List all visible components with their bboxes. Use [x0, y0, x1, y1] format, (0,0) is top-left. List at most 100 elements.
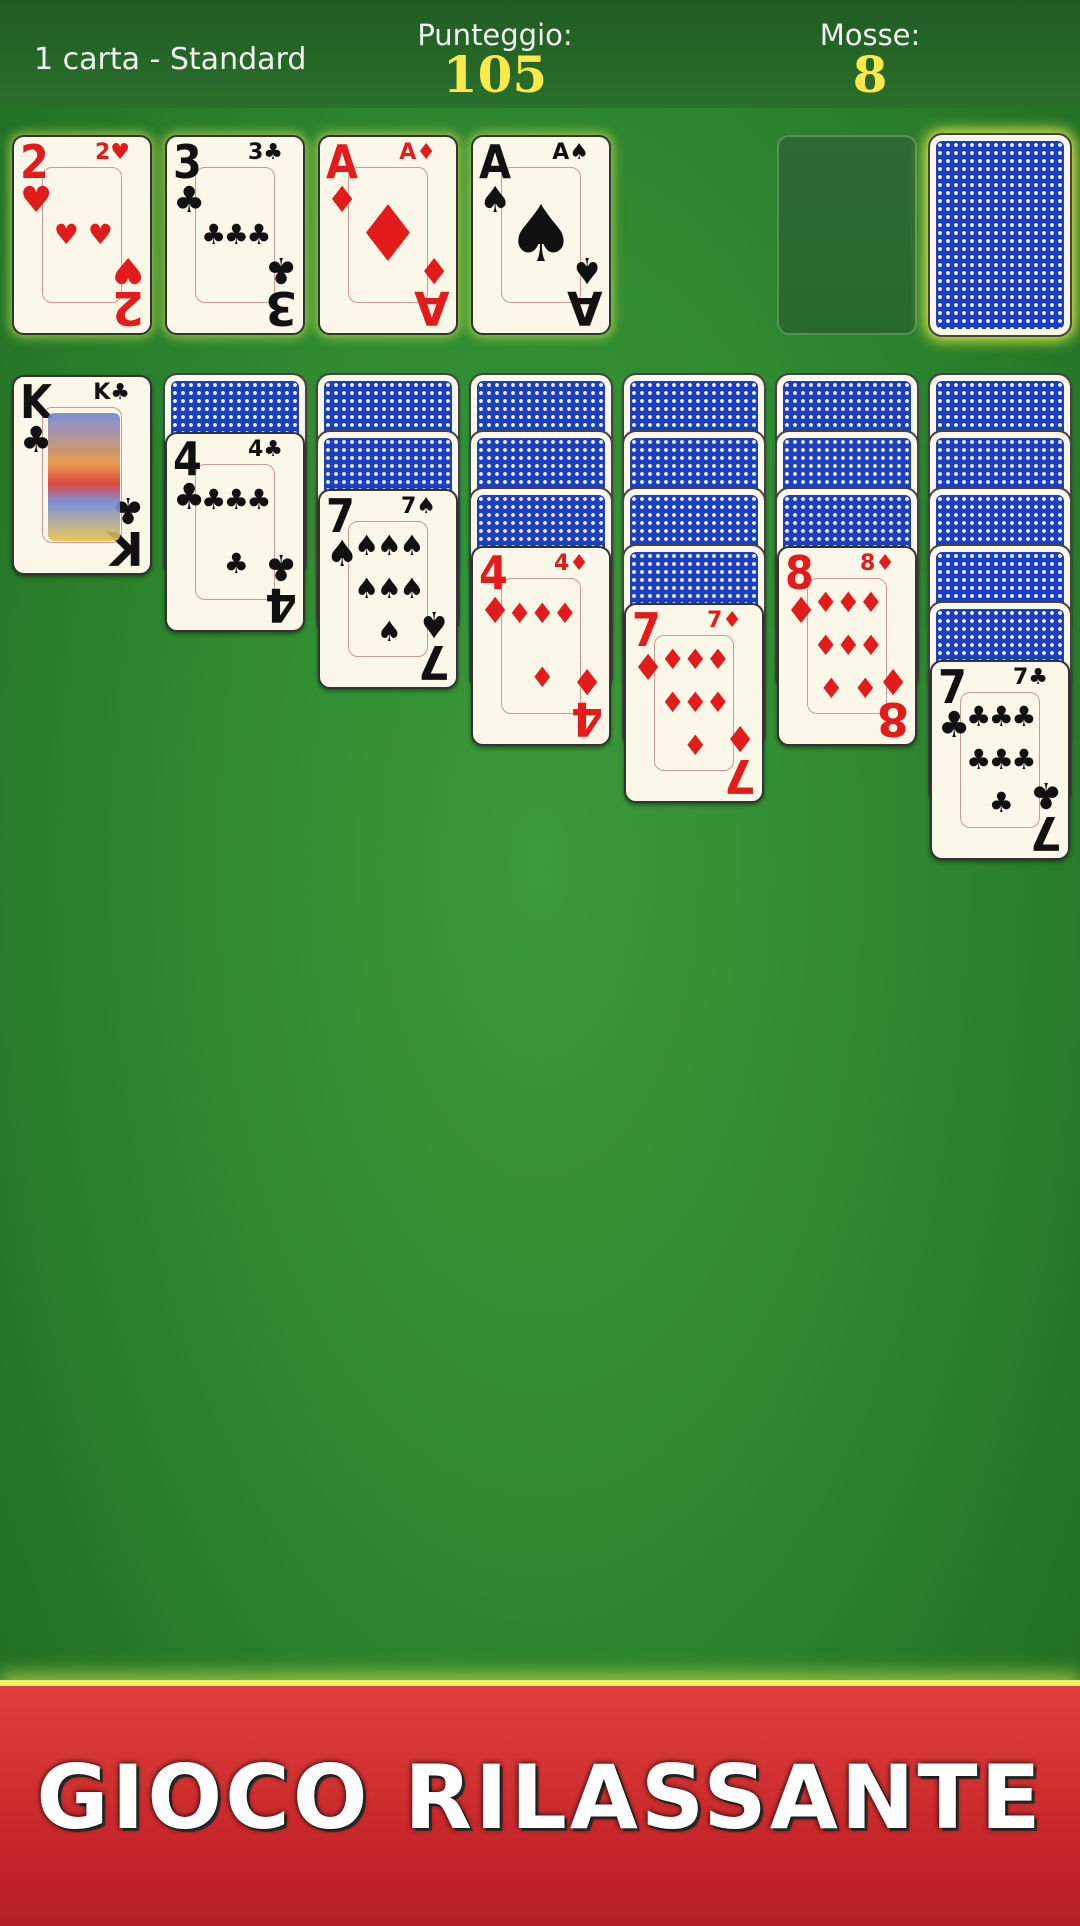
pip-icon: ♠: [399, 571, 425, 605]
card-rank-inverted: A: [567, 281, 603, 335]
tableau-5-top-card[interactable]: 7 ♦ 7♦ 7 ♦ ♦ ♦ ♦ ♦ ♦ ♦ ♦: [624, 603, 764, 803]
card-rank-inverted: 7: [723, 749, 756, 803]
card-suit-inverted-icon: ♠: [417, 603, 450, 644]
pip-icon: ♣: [246, 483, 272, 516]
card-pips: ♣ ♣ ♣: [201, 171, 272, 299]
card-corner-index: 7♦: [706, 608, 742, 633]
promo-banner: GIOCO RILASSANTE: [0, 1680, 1080, 1926]
card-rank: 7: [632, 603, 661, 657]
pip-icon: ♦: [660, 685, 686, 719]
pip-icon: ♣: [988, 742, 1014, 776]
banner-text: GIOCO RILASSANTE: [36, 1746, 1044, 1849]
card-corner-index: 2♥: [94, 140, 130, 165]
card-suit-inverted-icon: ♦: [570, 660, 603, 701]
pip-icon: ♦: [835, 628, 861, 662]
card-suit-inverted-icon: ♦: [723, 717, 756, 758]
card-rank: 2: [20, 135, 49, 189]
tableau-2-top-card[interactable]: 4 ♣ 4♣ 4 ♣ ♣ ♣ ♣ ♣: [165, 432, 305, 632]
moves-value: 8: [852, 45, 888, 104]
card-suit-inverted-icon: ♥: [111, 249, 144, 290]
pip-icon: ♥: [87, 218, 113, 251]
pip-icon: ♦: [858, 628, 884, 662]
top-bar: 1 carta - Standard Punteggio: 105 Mosse:…: [0, 0, 1080, 108]
moves-display: Mosse: 8: [800, 18, 940, 104]
pip-icon: ♥: [53, 218, 79, 251]
tableau-4-top-card[interactable]: 4 ♦ 4♦ 4 ♦ ♦ ♦ ♦ ♦: [471, 546, 611, 746]
tableau-3-top-card[interactable]: 7 ♠ 7♠ 7 ♠ ♠ ♠ ♠ ♠ ♠ ♠ ♠: [318, 489, 458, 689]
pip-icon: ♠: [376, 614, 402, 648]
pip-icon: ♣: [223, 218, 249, 251]
pip-icon: ♠: [376, 529, 402, 563]
card-corner-index: K♣: [93, 380, 130, 405]
tableau-1-top-card[interactable]: K ♣ K♣ K ♣: [12, 375, 152, 575]
stock-pile[interactable]: [928, 133, 1072, 337]
card-rank: A: [479, 135, 512, 189]
card-pips: ♦ ♦ ♦ ♦ ♦ ♦ ♦: [660, 639, 731, 767]
pip-icon: ♣: [246, 218, 272, 251]
card-rank: 4: [479, 546, 508, 600]
pip-icon: ♦: [813, 628, 839, 662]
pip-icon: ♣: [1011, 700, 1037, 734]
pip-icon: ♣: [966, 742, 992, 776]
pip-icon: ♠: [376, 571, 402, 605]
pip-icon: ♣: [966, 700, 992, 734]
card-rank-inverted: 7: [1029, 806, 1062, 860]
score-value: 105: [442, 45, 548, 104]
foundation-2[interactable]: 3 ♣ 3♣ 3 ♣ ♣ ♣ ♣: [165, 135, 305, 335]
foundation-4[interactable]: A ♠ A♠ A ♠ ♠: [471, 135, 611, 335]
foundation-3[interactable]: A ♦ A♦ A ♦ ♦: [318, 135, 458, 335]
pip-icon: ♠: [399, 529, 425, 563]
pip-icon: ♦: [529, 597, 555, 630]
pip-icon: ♦: [660, 643, 686, 677]
card-corner-index: 7♠: [400, 494, 436, 519]
pip-icon: ♦: [705, 685, 731, 719]
card-corner-index: 4♦: [553, 551, 589, 576]
card-rank: 8: [785, 546, 814, 600]
pip-icon: ♦: [682, 643, 708, 677]
pip-icon: ♣: [988, 785, 1014, 819]
pip-icon: ♦: [835, 586, 861, 620]
card-corner-index: A♠: [552, 140, 589, 165]
score-display: Punteggio: 105: [400, 18, 590, 104]
card-pips: ♠ ♠ ♠ ♠ ♠ ♠ ♠: [354, 525, 425, 653]
card-suit-inverted-icon: ♦: [876, 660, 909, 701]
pip-icon: ♠: [354, 529, 380, 563]
card-suit-inverted-icon: ♣: [1029, 774, 1062, 815]
card-pips: ♥ ♥: [48, 171, 116, 299]
card-rank-inverted: 2: [111, 281, 144, 335]
card-suit-inverted-icon: ♣: [264, 249, 297, 290]
card-rank-inverted: 8: [876, 692, 909, 746]
card-rank: 7: [938, 660, 967, 714]
card-rank-inverted: 4: [570, 692, 603, 746]
card-center-suit-icon: ♠: [506, 190, 576, 280]
card-corner-index: 4♣: [247, 437, 283, 462]
pip-icon: ♣: [1011, 742, 1037, 776]
pip-icon: ♠: [354, 571, 380, 605]
tableau-6-top-card[interactable]: 8 ♦ 8♦ 8 ♦ ♦ ♦ ♦ ♦ ♦ ♦ ♦ ♦: [777, 546, 917, 746]
card-corner-index: 7♣: [1012, 665, 1048, 690]
waste-pile-empty[interactable]: [777, 135, 917, 335]
pip-icon: ♣: [223, 547, 249, 580]
pip-icon: ♦: [507, 597, 533, 630]
card-pips: ♦ ♦ ♦ ♦ ♦ ♦ ♦ ♦: [813, 582, 884, 710]
pip-icon: ♦: [858, 586, 884, 620]
card-rank-inverted: A: [414, 281, 450, 335]
pip-icon: ♣: [223, 483, 249, 516]
pip-icon: ♣: [201, 218, 227, 251]
card-rank-inverted: 4: [264, 578, 297, 632]
card-rank-inverted: 7: [417, 635, 450, 689]
game-mode-label: 1 carta - Standard: [34, 42, 307, 77]
card-corner-index: A♦: [399, 140, 436, 165]
pip-icon: ♣: [201, 483, 227, 516]
card-rank: 3: [173, 135, 202, 189]
pip-icon: ♦: [705, 643, 731, 677]
pip-icon: ♣: [988, 700, 1014, 734]
card-rank: 7: [326, 489, 355, 543]
card-pips: ♦ ♦ ♦ ♦: [507, 582, 577, 710]
card-pips: ♣ ♣ ♣ ♣ ♣ ♣ ♣: [966, 696, 1037, 824]
foundation-1[interactable]: 2 ♥ 2♥ 2 ♥ ♥ ♥: [12, 135, 152, 335]
pip-icon: ♦: [682, 728, 708, 762]
tableau-7-top-card[interactable]: 7 ♣ 7♣ 7 ♣ ♣ ♣ ♣ ♣ ♣ ♣ ♣: [930, 660, 1070, 860]
card-rank-inverted: 3: [264, 281, 297, 335]
king-portrait-image: [48, 413, 120, 541]
